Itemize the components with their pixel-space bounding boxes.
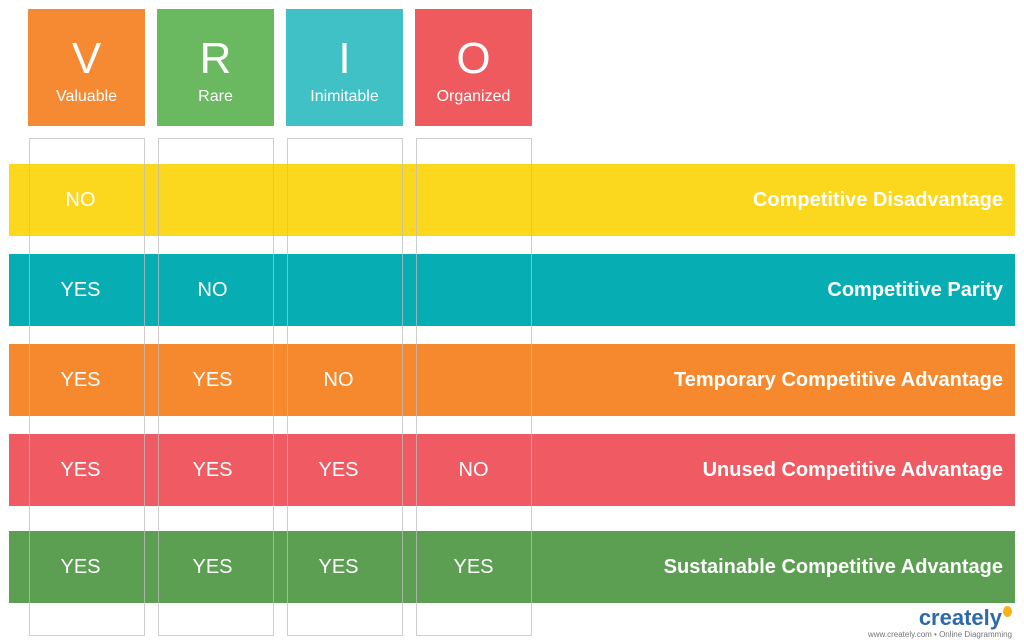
cell-inimitable: NO bbox=[323, 369, 354, 391]
row-competitive-parity: YES NO Competitive Parity bbox=[9, 254, 1015, 326]
cell-rare: YES bbox=[192, 369, 233, 391]
header-inimitable: I Inimitable bbox=[286, 9, 403, 126]
cell-organized bbox=[415, 164, 532, 236]
cell-inimitable: YES bbox=[318, 556, 359, 578]
outcome-label: Sustainable Competitive Advantage bbox=[663, 556, 1003, 578]
row-unused-competitive-advantage: YES YES YES NO Unused Competitive Advant… bbox=[9, 434, 1015, 506]
lightbulb-icon bbox=[1003, 606, 1012, 617]
cell-organized: NO bbox=[458, 459, 489, 481]
cell-valuable: YES bbox=[60, 279, 101, 301]
header-letter: R bbox=[199, 34, 232, 83]
header-letter: O bbox=[456, 34, 491, 83]
cell-rare: YES bbox=[192, 556, 233, 578]
cell-valuable: NO bbox=[65, 189, 96, 211]
header-valuable: V Valuable bbox=[28, 9, 145, 126]
header-word: Rare bbox=[198, 88, 233, 105]
cell-organized bbox=[415, 254, 532, 326]
brand-tagline: www.creately.com • Online Diagramming bbox=[867, 630, 1012, 639]
cell-organized: YES bbox=[453, 556, 494, 578]
outcome-label: Temporary Competitive Advantage bbox=[674, 369, 1003, 391]
creately-logo: creately bbox=[868, 606, 1012, 630]
header-word: Organized bbox=[436, 88, 511, 105]
logo-text: creately bbox=[918, 605, 1002, 630]
cell-inimitable: YES bbox=[318, 459, 359, 481]
creately-watermark: creately www.creately.com • Online Diagr… bbox=[868, 606, 1012, 640]
header-letter: I bbox=[338, 34, 351, 83]
cell-inimitable bbox=[280, 164, 397, 236]
cell-valuable: YES bbox=[60, 556, 101, 578]
row-temporary-competitive-advantage: YES YES NO Temporary Competitive Advanta… bbox=[9, 344, 1015, 416]
header-word: Inimitable bbox=[310, 88, 379, 105]
cell-rare: YES bbox=[192, 459, 233, 481]
cell-organized bbox=[415, 344, 532, 416]
header-word: Valuable bbox=[55, 88, 118, 105]
outcome-label: Competitive Disadvantage bbox=[752, 189, 1003, 211]
header-rare: R Rare bbox=[157, 9, 274, 126]
row-sustainable-competitive-advantage: YES YES YES YES Sustainable Competitive … bbox=[9, 531, 1015, 603]
outcome-label: Competitive Parity bbox=[827, 279, 1003, 301]
outcome-label: Unused Competitive Advantage bbox=[702, 459, 1003, 481]
cell-inimitable bbox=[280, 254, 397, 326]
header-organized: O Organized bbox=[415, 9, 532, 126]
cell-valuable: YES bbox=[60, 459, 101, 481]
cell-rare: NO bbox=[197, 279, 228, 301]
cell-valuable: YES bbox=[60, 369, 101, 391]
header-letter: V bbox=[71, 34, 102, 83]
cell-rare bbox=[154, 164, 271, 236]
row-competitive-disadvantage: NO Competitive Disadvantage bbox=[9, 164, 1015, 236]
